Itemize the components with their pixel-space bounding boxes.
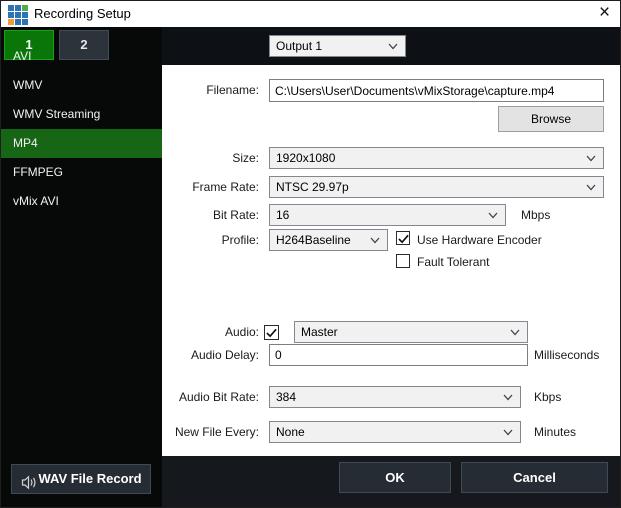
window-title: Recording Setup [34,1,131,27]
sidebar-item-mp4[interactable]: MP4 [1,129,162,158]
audio-delay-label: Audio Delay: [162,344,259,366]
sidebar-item-vmix-avi[interactable]: vMix AVI [1,187,162,216]
chevron-down-icon [586,155,596,162]
sidebar-item-ffmpeg[interactable]: FFMPEG [1,158,162,187]
browse-button[interactable]: Browse [498,106,604,132]
frame-rate-label: Frame Rate: [162,176,259,198]
chevron-down-icon [488,212,498,219]
bit-rate-label: Bit Rate: [162,204,259,226]
bit-rate-unit: Mbps [521,204,550,226]
new-file-every-select-value: None [276,422,305,442]
output-select-value: Output 1 [276,36,322,56]
audio-bit-rate-select[interactable]: 384 [269,386,521,408]
profile-select[interactable]: H264Baseline [269,229,388,251]
audio-bit-rate-label: Audio Bit Rate: [162,386,259,408]
size-select-value: 1920x1080 [276,148,335,168]
wav-file-record-label: WAV File Record [38,471,141,486]
audio-checkbox[interactable] [264,325,279,340]
new-file-every-select[interactable]: None [269,421,521,443]
sidebar-item-wmv[interactable]: WMV [1,71,162,100]
fault-tolerant-checkbox[interactable] [396,254,410,268]
frame-rate-select[interactable]: NTSC 29.97p [269,176,604,198]
chevron-down-icon [586,184,596,191]
wav-file-record-button[interactable]: WAV File Record [11,464,151,494]
use-hardware-encoder-checkbox[interactable] [396,231,410,245]
cancel-button[interactable]: Cancel [461,462,608,493]
audio-delay-input[interactable] [269,344,528,366]
size-label: Size: [162,147,259,169]
bit-rate-select[interactable]: 16 [269,204,506,226]
audio-delay-unit: Milliseconds [534,344,599,366]
audio-source-select[interactable]: Master [294,321,528,343]
titlebar: Recording Setup × [1,1,621,27]
vmix-logo-icon [8,5,28,25]
chevron-down-icon [388,43,398,50]
chevron-down-icon [510,329,520,336]
filename-label: Filename: [162,79,259,102]
new-file-every-label: New File Every: [162,421,259,443]
speaker-icon [21,472,38,487]
audio-source-select-value: Master [301,322,338,342]
bit-rate-select-value: 16 [276,205,289,225]
profile-label: Profile: [162,229,259,251]
audio-bit-rate-unit: Kbps [534,386,561,408]
audio-bit-rate-select-value: 384 [276,387,296,407]
chevron-down-icon [503,394,513,401]
fault-tolerant-label: Fault Tolerant [417,251,490,273]
new-file-every-unit: Minutes [534,421,576,443]
chevron-down-icon [503,429,513,436]
chevron-down-icon [370,237,380,244]
format-list: AVI WMV WMV Streaming MP4 FFMPEG vMix AV… [1,42,162,216]
close-icon[interactable]: × [587,1,621,27]
use-hardware-encoder-label: Use Hardware Encoder [417,229,542,251]
recording-setup-dialog: Recording Setup × 1 2 AVI WMV WMV Stream… [0,0,621,508]
audio-label: Audio: [162,321,259,343]
size-select[interactable]: 1920x1080 [269,147,604,169]
filename-input[interactable] [269,79,604,102]
frame-rate-select-value: NTSC 29.97p [276,177,349,197]
profile-select-value: H264Baseline [276,230,351,250]
ok-button[interactable]: OK [339,462,451,493]
sidebar-item-avi[interactable]: AVI [1,42,162,71]
sidebar-item-wmv-streaming[interactable]: WMV Streaming [1,100,162,129]
output-select[interactable]: Output 1 [269,35,406,57]
